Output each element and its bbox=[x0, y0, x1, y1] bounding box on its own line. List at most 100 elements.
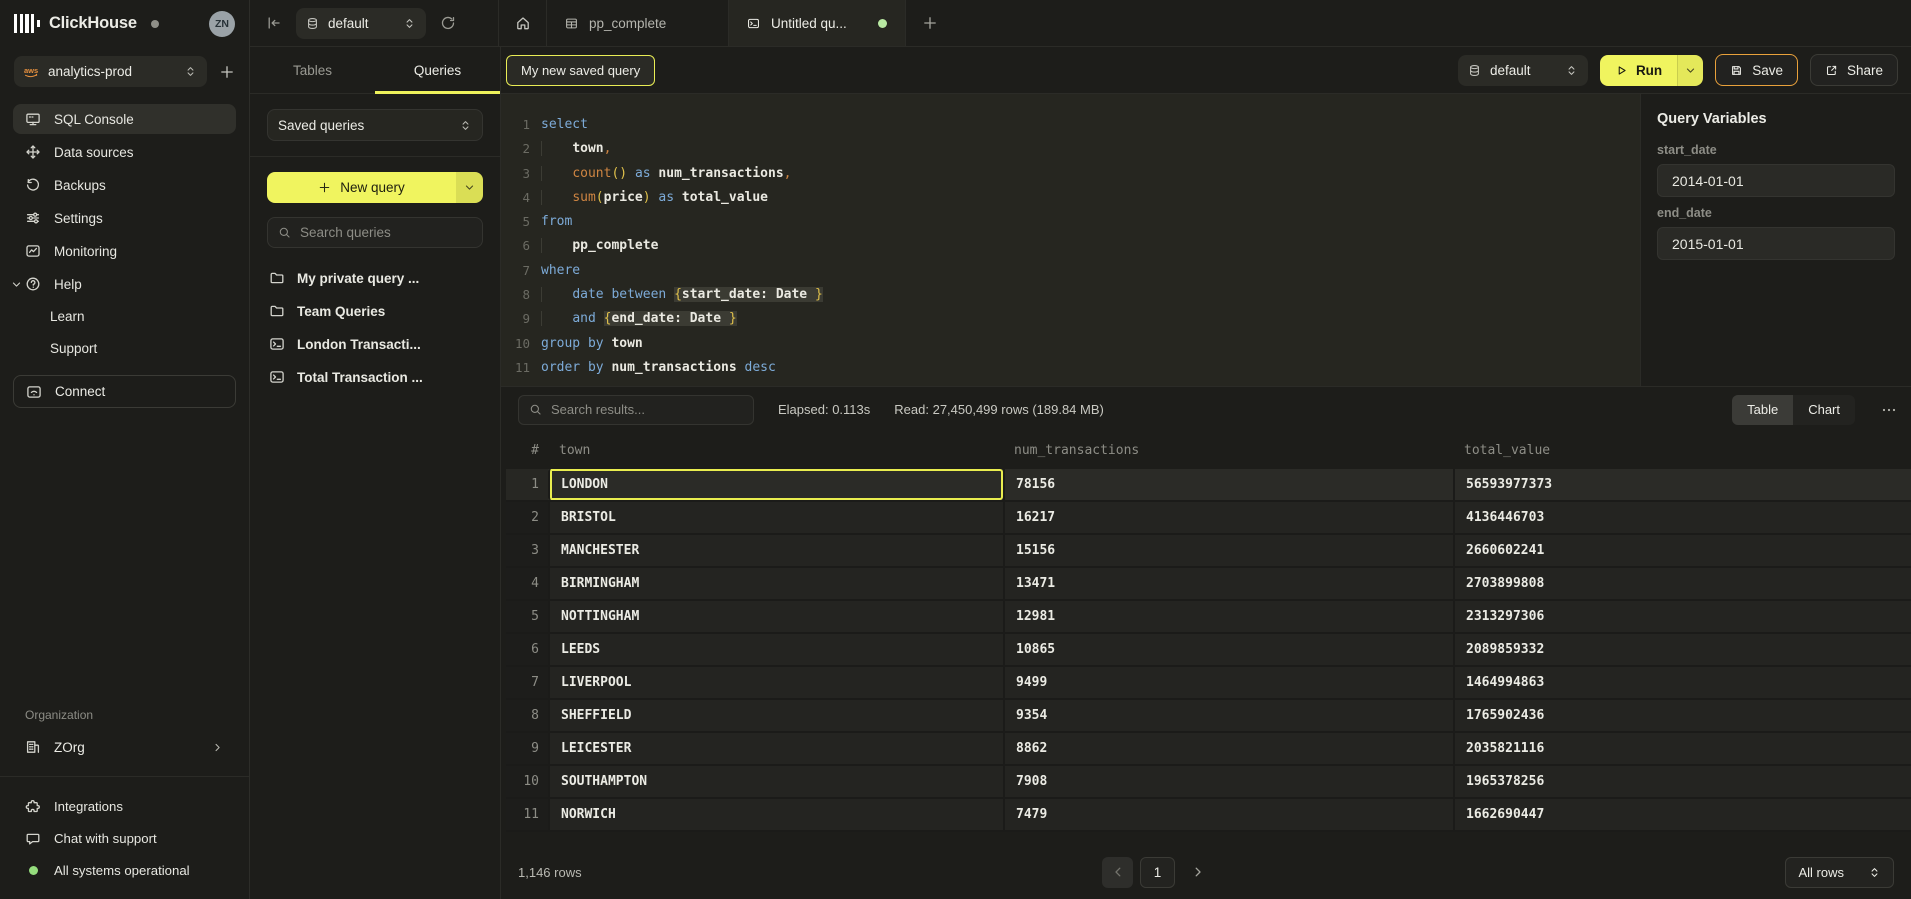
home-tab[interactable] bbox=[498, 0, 546, 46]
new-tab-button[interactable] bbox=[906, 0, 954, 46]
share-button[interactable]: Share bbox=[1810, 54, 1898, 86]
sidebar-item-data-sources[interactable]: Data sources bbox=[13, 137, 236, 167]
column-header-num-transactions[interactable]: num_transactions bbox=[1003, 443, 1453, 458]
sidebar-item-label: SQL Console bbox=[54, 112, 134, 127]
table-cell[interactable]: 16217 bbox=[1003, 502, 1453, 533]
table-cell[interactable]: 7908 bbox=[1003, 766, 1453, 797]
sql-editor[interactable]: 1select2 town,3 count() as num_transacti… bbox=[501, 94, 1640, 386]
topbar: default pp_complete Untitled qu... bbox=[250, 0, 1911, 47]
table-cell[interactable]: 1464994863 bbox=[1453, 667, 1911, 698]
search-results-input[interactable]: Search results... bbox=[518, 395, 754, 425]
service-select[interactable]: aws analytics-prod bbox=[14, 56, 207, 87]
sidebar-item-backups[interactable]: Backups bbox=[13, 170, 236, 200]
sidebar-item-monitoring[interactable]: Monitoring bbox=[13, 236, 236, 266]
more-options-button[interactable] bbox=[1881, 402, 1897, 418]
column-header-index[interactable]: # bbox=[506, 443, 548, 458]
table-cell[interactable]: SHEFFIELD bbox=[548, 700, 1003, 731]
row-number: 3 bbox=[506, 535, 548, 566]
page-input[interactable]: 1 bbox=[1140, 857, 1175, 888]
table-cell[interactable]: 4136446703 bbox=[1453, 502, 1911, 533]
table-cell[interactable]: MANCHESTER bbox=[548, 535, 1003, 566]
query-database-select[interactable]: default bbox=[1458, 55, 1588, 86]
table-cell[interactable]: NOTTINGHAM bbox=[548, 601, 1003, 632]
code-line: 6 pp_complete bbox=[501, 234, 1640, 258]
start-date-input[interactable]: 2014-01-01 bbox=[1657, 164, 1895, 197]
column-header-town[interactable]: town bbox=[548, 443, 1003, 458]
saved-query-tab[interactable]: My new saved query bbox=[506, 55, 655, 86]
table-cell[interactable]: 2660602241 bbox=[1453, 535, 1911, 566]
new-query-menu-button[interactable] bbox=[456, 172, 483, 203]
saved-query-item-total-transaction[interactable]: Total Transaction ... bbox=[269, 364, 481, 390]
sidebar-item-chat-with-support[interactable]: Chat with support bbox=[13, 825, 236, 852]
table-cell[interactable]: SOUTHAMPTON bbox=[548, 766, 1003, 797]
run-options-button[interactable] bbox=[1677, 55, 1703, 86]
table-cell[interactable]: LONDON bbox=[548, 469, 1003, 500]
saved-queries-select[interactable]: Saved queries bbox=[267, 109, 483, 141]
end-date-input[interactable]: 2015-01-01 bbox=[1657, 227, 1895, 260]
table-cell[interactable]: 1662690447 bbox=[1453, 799, 1911, 830]
refresh-button[interactable] bbox=[437, 12, 459, 34]
view-chart-button[interactable]: Chart bbox=[1793, 395, 1855, 425]
user-avatar[interactable]: ZN bbox=[209, 11, 235, 37]
sidebar-item-settings[interactable]: Settings bbox=[13, 203, 236, 233]
saved-query-item-london-transacti[interactable]: London Transacti... bbox=[269, 331, 481, 357]
saved-query-item-team-queries[interactable]: Team Queries bbox=[269, 298, 481, 324]
sidebar-item-help[interactable]: Help bbox=[13, 269, 236, 299]
table-cell[interactable]: 2703899808 bbox=[1453, 568, 1911, 599]
sidebar-item-learn[interactable]: Learn bbox=[13, 302, 236, 331]
table-cell[interactable]: 2313297306 bbox=[1453, 601, 1911, 632]
clickhouse-logo-icon[interactable] bbox=[14, 14, 40, 33]
sidebar-item-integrations[interactable]: Integrations bbox=[13, 793, 236, 820]
table-cell[interactable]: 9499 bbox=[1003, 667, 1453, 698]
page-size-select[interactable]: All rows bbox=[1785, 857, 1894, 888]
table-cell[interactable]: 15156 bbox=[1003, 535, 1453, 566]
tab-untitled-query[interactable]: Untitled qu... bbox=[728, 0, 906, 46]
column-header-total-value[interactable]: total_value bbox=[1453, 443, 1911, 458]
terminal-icon bbox=[747, 17, 760, 30]
organization-item[interactable]: ZOrg bbox=[13, 732, 236, 762]
run-button[interactable]: Run bbox=[1600, 55, 1677, 86]
table-cell[interactable]: 13471 bbox=[1003, 568, 1453, 599]
tab-tables[interactable]: Tables bbox=[250, 47, 375, 93]
row-number: 8 bbox=[506, 700, 548, 731]
database-name: default bbox=[328, 16, 369, 31]
new-query-button[interactable]: New query bbox=[267, 172, 483, 203]
table-cell[interactable]: LIVERPOOL bbox=[548, 667, 1003, 698]
save-button[interactable]: Save bbox=[1715, 54, 1798, 86]
table-cell[interactable]: LEEDS bbox=[548, 634, 1003, 665]
sidebar-item-sql-console[interactable]: SQL Console bbox=[13, 104, 236, 134]
table-cell[interactable]: BIRMINGHAM bbox=[548, 568, 1003, 599]
connect-button[interactable]: Connect bbox=[13, 375, 236, 408]
saved-query-item-my-private-query[interactable]: My private query ... bbox=[269, 265, 481, 291]
clickhouse-console: ClickHouse ZN aws analytics-prod SQL Con… bbox=[0, 0, 1911, 899]
tab-pp-complete[interactable]: pp_complete bbox=[546, 0, 728, 46]
table-cell[interactable]: 2089859332 bbox=[1453, 634, 1911, 665]
table-cell[interactable]: 7479 bbox=[1003, 799, 1453, 830]
folder-icon bbox=[269, 303, 285, 319]
search-queries-input[interactable]: Search queries bbox=[267, 217, 483, 248]
table-cell[interactable]: BRISTOL bbox=[548, 502, 1003, 533]
table-cell[interactable]: 10865 bbox=[1003, 634, 1453, 665]
table-cell[interactable]: 1765902436 bbox=[1453, 700, 1911, 731]
database-select[interactable]: default bbox=[296, 8, 426, 39]
prev-page-button[interactable] bbox=[1102, 857, 1133, 888]
pagination: 1 bbox=[1102, 857, 1214, 888]
table-cell[interactable]: 1965378256 bbox=[1453, 766, 1911, 797]
line-number: 9 bbox=[501, 307, 530, 331]
table-cell[interactable]: 8862 bbox=[1003, 733, 1453, 764]
table-cell[interactable]: 9354 bbox=[1003, 700, 1453, 731]
table-cell[interactable]: LEICESTER bbox=[548, 733, 1003, 764]
table-cell[interactable]: NORWICH bbox=[548, 799, 1003, 830]
table-cell[interactable]: 56593977373 bbox=[1453, 469, 1911, 500]
collapse-sidebar-button[interactable] bbox=[263, 12, 285, 34]
add-service-button[interactable] bbox=[219, 64, 235, 80]
table-cell[interactable]: 78156 bbox=[1003, 469, 1453, 500]
sidebar-item-support[interactable]: Support bbox=[13, 334, 236, 363]
tab-queries[interactable]: Queries bbox=[375, 47, 500, 93]
view-table-button[interactable]: Table bbox=[1732, 395, 1793, 425]
table-cell[interactable]: 12981 bbox=[1003, 601, 1453, 632]
next-page-button[interactable] bbox=[1182, 864, 1214, 880]
sidebar-item-all-systems-operational[interactable]: All systems operational bbox=[13, 857, 236, 884]
table-cell[interactable]: 2035821116 bbox=[1453, 733, 1911, 764]
updown-chevron-icon bbox=[459, 119, 472, 132]
